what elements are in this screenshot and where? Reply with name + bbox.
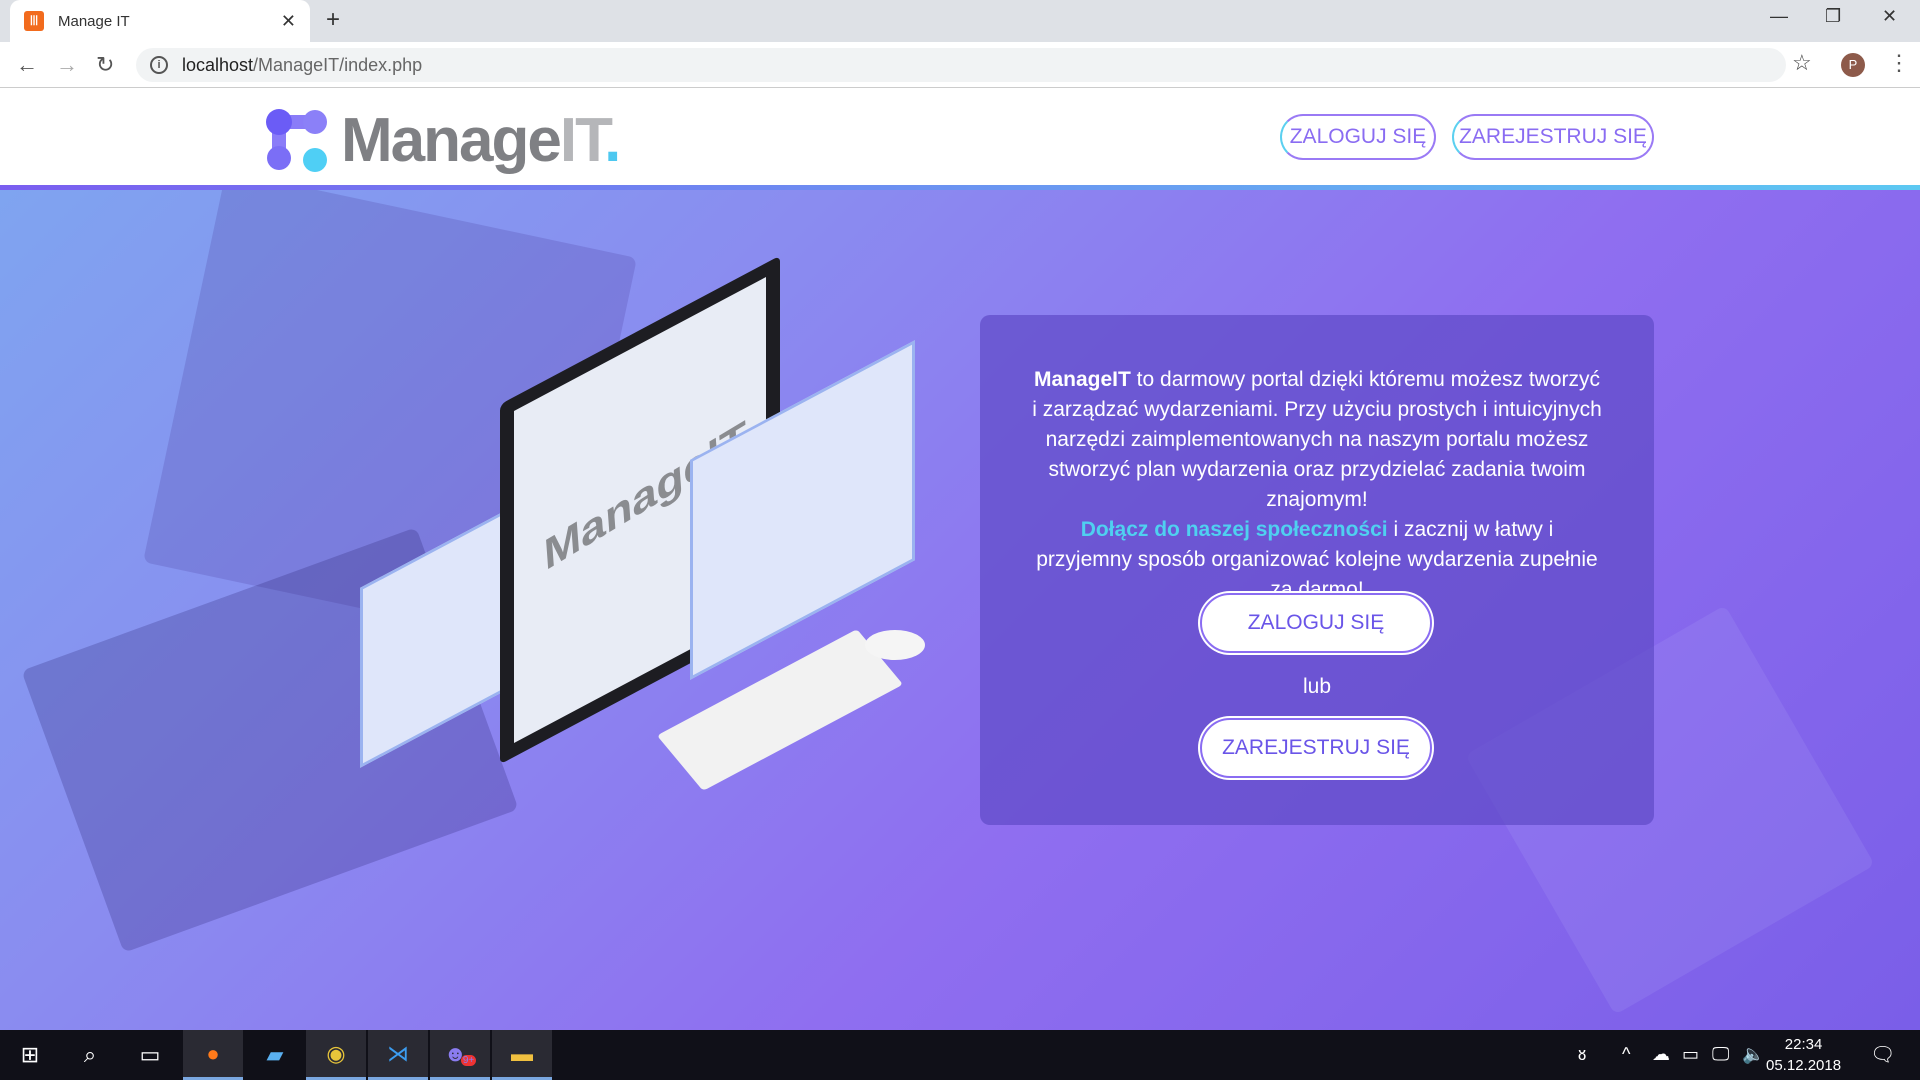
minimize-icon[interactable]: —	[1770, 6, 1788, 27]
forward-icon[interactable]: →	[56, 52, 78, 78]
xampp-favicon-icon: ꔖ	[24, 11, 44, 31]
firefox-icon[interactable]: ●	[183, 1030, 243, 1080]
site-info-icon[interactable]: i	[150, 56, 168, 74]
clock[interactable]: 22:34 05.12.2018	[1766, 1034, 1841, 1076]
header-login-button[interactable]: ZALOGUJ SIĘ	[1280, 114, 1436, 160]
vscode-icon[interactable]: ⋊	[368, 1030, 428, 1080]
logo-mark-icon	[266, 108, 327, 172]
discord-icon[interactable]: ☻ 9+	[430, 1030, 490, 1080]
battery-icon[interactable]: ▭	[1682, 1044, 1699, 1065]
onedrive-icon[interactable]: ☁	[1652, 1044, 1670, 1065]
profile-avatar[interactable]: P	[1841, 53, 1865, 77]
url-input[interactable]: i localhost/ManageIT/index.php	[136, 48, 1786, 82]
new-tab-icon[interactable]: +	[326, 6, 340, 34]
back-icon[interactable]: ←	[16, 52, 38, 78]
manageit-logo[interactable]: ManageIT.	[265, 105, 621, 176]
reload-icon[interactable]: ↻	[96, 52, 114, 78]
register-button[interactable]: ZAREJESTRUJ SIĘ	[1200, 718, 1432, 778]
hero-section: ManageIT. ManageIT to darmowy portal dzi…	[0, 190, 1920, 1030]
intro-card: ManageIT to darmowy portal dzięki którem…	[980, 315, 1654, 825]
address-toolbar: ← → ↻ i localhost/ManageIT/index.php ☆ P…	[0, 42, 1920, 88]
notification-badge: 9+	[460, 1055, 477, 1066]
close-tab-icon[interactable]: ✕	[281, 11, 296, 32]
task-view-icon[interactable]: ▭	[120, 1030, 180, 1080]
volume-icon[interactable]: 🔈	[1742, 1044, 1764, 1065]
logo-text: ManageIT.	[341, 106, 621, 175]
close-window-icon[interactable]: ✕	[1882, 6, 1897, 27]
illustration-mouse	[865, 630, 925, 660]
people-icon[interactable]: ᴕ	[1578, 1044, 1586, 1065]
join-community-link[interactable]: Dołącz do naszej społeczności	[1081, 518, 1388, 541]
tab-title: Manage IT	[58, 12, 130, 30]
restore-icon[interactable]: ❐	[1825, 6, 1841, 27]
header-register-button[interactable]: ZAREJESTRUJ SIĘ	[1452, 114, 1654, 160]
bookmark-star-icon[interactable]: ☆	[1792, 50, 1812, 76]
windows-start-icon[interactable]: ⊞	[0, 1030, 60, 1080]
intro-text: ManageIT to darmowy portal dzięki którem…	[1032, 368, 1602, 601]
browser-menu-icon[interactable]: ⋮	[1888, 50, 1910, 76]
taskbar: ⊞ ⌕ ▭ ● ▰ ◉ ⋊ ☻ 9+ ▬ ᴕ ^ ☁ ▭ 🖵 🔈 22:34 05.…	[0, 1030, 1920, 1080]
action-center-icon[interactable]: 🗨	[1870, 1042, 1895, 1067]
remote-desktop-icon[interactable]: ▰	[245, 1030, 305, 1080]
chrome-icon[interactable]: ◉	[306, 1030, 366, 1080]
search-icon[interactable]: ⌕	[60, 1030, 120, 1080]
show-hidden-icons-icon[interactable]: ^	[1622, 1044, 1630, 1065]
browser-tab-strip: ꔖ Manage IT ✕ + — ❐ ✕	[0, 0, 1920, 42]
url-host: localhost	[182, 54, 254, 75]
network-icon[interactable]: 🖵	[1712, 1044, 1729, 1065]
or-label: lub	[1302, 675, 1332, 698]
login-button[interactable]: ZALOGUJ SIĘ	[1200, 593, 1432, 653]
url-path: /ManageIT/index.php	[253, 54, 423, 75]
site-header: ManageIT. ZALOGUJ SIĘ ZAREJESTRUJ SIĘ	[0, 89, 1920, 185]
file-explorer-icon[interactable]: ▬	[492, 1030, 552, 1080]
browser-tab[interactable]: ꔖ Manage IT ✕	[10, 0, 310, 42]
